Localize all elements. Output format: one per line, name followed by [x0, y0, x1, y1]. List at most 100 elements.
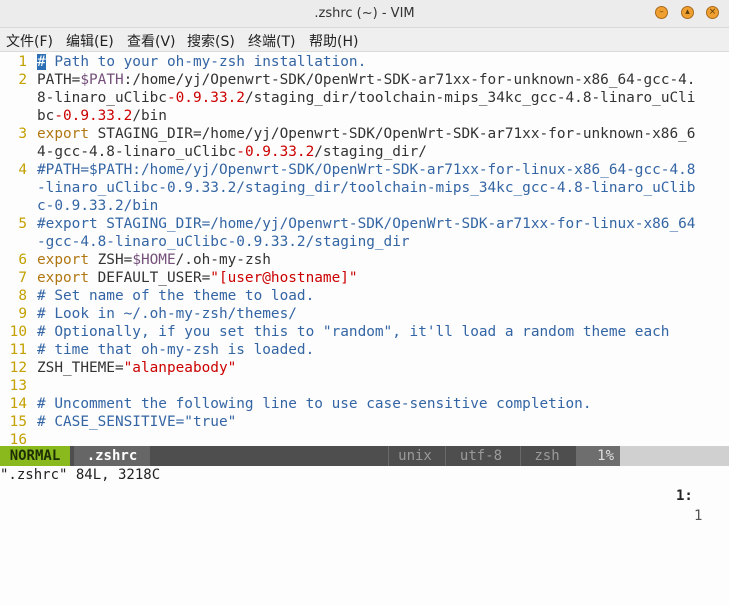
- menu-bar: 文件(F) 编辑(E) 查看(V) 搜索(S) 终端(T) 帮助(H): [0, 28, 729, 52]
- code-token: # Optionally, if you set this to "random…: [37, 324, 670, 340]
- line-number: 11: [9, 342, 27, 358]
- code-token: # Set name of the theme to load.: [37, 288, 315, 304]
- code-token: $HOME: [132, 252, 176, 268]
- editor-line[interactable]: bc-0.9.33.2/bin: [0, 107, 729, 125]
- code-token: DEFAULT_USER=: [88, 270, 211, 286]
- code-token: /.oh-my-zsh: [175, 252, 271, 268]
- line-number: 14: [9, 396, 27, 412]
- vim-command-line[interactable]: ".zshrc" 84L, 3218C: [0, 466, 729, 485]
- position-section: LN 1: 1: [620, 446, 729, 524]
- editor-line[interactable]: -gcc-4.8-linaro_uClibc-0.9.33.2/staging_…: [0, 233, 729, 251]
- line-text: # Set name of the theme to load.: [37, 287, 314, 305]
- code-token: export: [37, 252, 89, 268]
- code-token: c-0.9.33.2/bin: [37, 198, 159, 214]
- editor-line[interactable]: 7 export DEFAULT_USER="[user@hostname]": [0, 269, 729, 287]
- minimize-button[interactable]: –: [655, 6, 668, 19]
- line-text: 4-gcc-4.8-linaro_uClibc-0.9.33.2/staging…: [37, 143, 427, 161]
- editor-line[interactable]: 15 # CASE_SENSITIVE="true": [0, 413, 729, 431]
- line-text: # Uncomment the following line to use ca…: [37, 395, 592, 413]
- editor-line[interactable]: 11 # time that oh-my-zsh is loaded.: [0, 341, 729, 359]
- maximize-icon: ▴: [685, 7, 690, 17]
- line-number: 2: [18, 72, 27, 88]
- line-text: # Path to your oh-my-zsh installation.: [37, 53, 366, 71]
- editor-line[interactable]: 3 export STAGING_DIR=/home/yj/Openwrt-SDK…: [0, 125, 729, 143]
- code-token: -linaro_uClibc-0.9.33.2/staging_dir/tool…: [37, 180, 696, 196]
- menu-search[interactable]: 搜索(S): [187, 31, 235, 51]
- editor-line[interactable]: 2 PATH=$PATH:/home/yj/Openwrt-SDK/OpenWrt…: [0, 71, 729, 89]
- code-token: ZSH=: [88, 252, 133, 268]
- code-token: export: [37, 126, 89, 142]
- code-token: #PATH=$PATH:/home/yj/Openwrt-SDK/OpenWrt…: [37, 162, 696, 178]
- editor-line[interactable]: 12 ZSH_THEME="alanpeabody": [0, 359, 729, 377]
- menu-terminal[interactable]: 终端(T): [248, 31, 295, 51]
- editor-line[interactable]: 6 export ZSH=$HOME/.oh-my-zsh: [0, 251, 729, 269]
- vim-statusline: NORMAL .zshrc unix utf-8 zsh 1% LN 1: 1: [0, 446, 729, 524]
- close-icon: ×: [708, 7, 717, 17]
- close-button[interactable]: ×: [706, 6, 719, 19]
- editor-line[interactable]: 10 # Optionally, if you set this to "rand…: [0, 323, 729, 341]
- line-number: 10: [9, 324, 27, 340]
- editor-line[interactable]: 13: [0, 377, 729, 395]
- editor-line[interactable]: 4 #PATH=$PATH:/home/yj/Openwrt-SDK/OpenWr…: [0, 161, 729, 179]
- line-text: -linaro_uClibc-0.9.33.2/staging_dir/tool…: [37, 179, 695, 197]
- menu-file[interactable]: 文件(F): [6, 31, 53, 51]
- code-token: export: [37, 270, 89, 286]
- code-token: "alanpeabody": [123, 360, 237, 376]
- line-text: bc-0.9.33.2/bin: [37, 107, 167, 125]
- line-text: #PATH=$PATH:/home/yj/Openwrt-SDK/OpenWrt…: [37, 161, 695, 179]
- code-token: :/home/yj/Openwrt-SDK/OpenWrt-SDK-ar71xx…: [123, 72, 696, 88]
- maximize-button[interactable]: ▴: [681, 6, 694, 19]
- menu-help[interactable]: 帮助(H): [309, 31, 358, 51]
- code-token: STAGING_DIR=/home/yj/Openwrt-SDK/OpenWrt…: [88, 126, 696, 142]
- filetype-indicator: zsh: [520, 446, 573, 466]
- code-token: /staging_dir/: [314, 144, 427, 160]
- line-number: 1: [18, 54, 27, 70]
- menu-view[interactable]: 查看(V): [127, 31, 176, 51]
- menu-edit[interactable]: 编辑(E): [66, 31, 114, 51]
- editor-line[interactable]: -linaro_uClibc-0.9.33.2/staging_dir/tool…: [0, 179, 729, 197]
- line-text: export DEFAULT_USER="[user@hostname]": [37, 269, 358, 287]
- code-token: 8-linaro_uClibc: [37, 90, 167, 106]
- text-cursor: #: [37, 54, 46, 70]
- code-token: # Look in ~/.oh-my-zsh/themes/: [37, 306, 297, 322]
- editor-line[interactable]: 8-linaro_uClibc-0.9.33.2/staging_dir/too…: [0, 89, 729, 107]
- filename-indicator: .zshrc: [74, 446, 150, 466]
- editor-line[interactable]: 8 # Set name of the theme to load.: [0, 287, 729, 305]
- line-number: 9: [18, 306, 27, 322]
- line-number: 12: [9, 360, 27, 376]
- code-token: "[user@hostname]": [210, 270, 358, 286]
- editor-line[interactable]: 1 # Path to your oh-my-zsh installation.: [0, 53, 729, 71]
- percent-indicator: 1%: [576, 446, 620, 466]
- editor-line[interactable]: 14 # Uncomment the following line to use …: [0, 395, 729, 413]
- encoding-indicator: utf-8: [445, 446, 516, 466]
- code-token: -0.9.33.2: [236, 144, 315, 160]
- mode-indicator: NORMAL: [0, 446, 70, 466]
- code-token: -gcc-4.8-linaro_uClibc-0.9.33.2/staging_…: [37, 234, 410, 250]
- code-token: bc: [37, 108, 55, 124]
- code-token: $PATH: [80, 72, 124, 88]
- code-token: PATH=: [37, 72, 81, 88]
- line-number: 6: [18, 252, 27, 268]
- vim-editor-buffer[interactable]: 1 # Path to your oh-my-zsh installation. 2…: [0, 52, 729, 446]
- code-token: -0.9.33.2: [54, 108, 133, 124]
- line-text: c-0.9.33.2/bin: [37, 197, 158, 215]
- line-text: 8-linaro_uClibc-0.9.33.2/staging_dir/too…: [37, 89, 695, 107]
- editor-line[interactable]: 5 #export STAGING_DIR=/home/yj/Openwrt-SD…: [0, 215, 729, 233]
- column-indicator: 1: [694, 508, 703, 524]
- line-number-indicator: 1:: [676, 488, 693, 504]
- line-text: ZSH_THEME="alanpeabody": [37, 359, 236, 377]
- editor-line[interactable]: 16: [0, 431, 729, 446]
- line-text: # Look in ~/.oh-my-zsh/themes/: [37, 305, 297, 323]
- line-number: 3: [18, 126, 27, 142]
- line-number: 13: [9, 378, 27, 394]
- line-text: PATH=$PATH:/home/yj/Openwrt-SDK/OpenWrt-…: [37, 71, 695, 89]
- editor-line[interactable]: c-0.9.33.2/bin: [0, 197, 729, 215]
- editor-line[interactable]: 4-gcc-4.8-linaro_uClibc-0.9.33.2/staging…: [0, 143, 729, 161]
- line-number: 16: [9, 432, 27, 446]
- line-number: 15: [9, 414, 27, 430]
- line-text: # time that oh-my-zsh is loaded.: [37, 341, 314, 359]
- line-number: 5: [18, 216, 27, 232]
- code-token: -0.9.33.2: [166, 90, 245, 106]
- editor-line[interactable]: 9 # Look in ~/.oh-my-zsh/themes/: [0, 305, 729, 323]
- code-token: /bin: [132, 108, 167, 124]
